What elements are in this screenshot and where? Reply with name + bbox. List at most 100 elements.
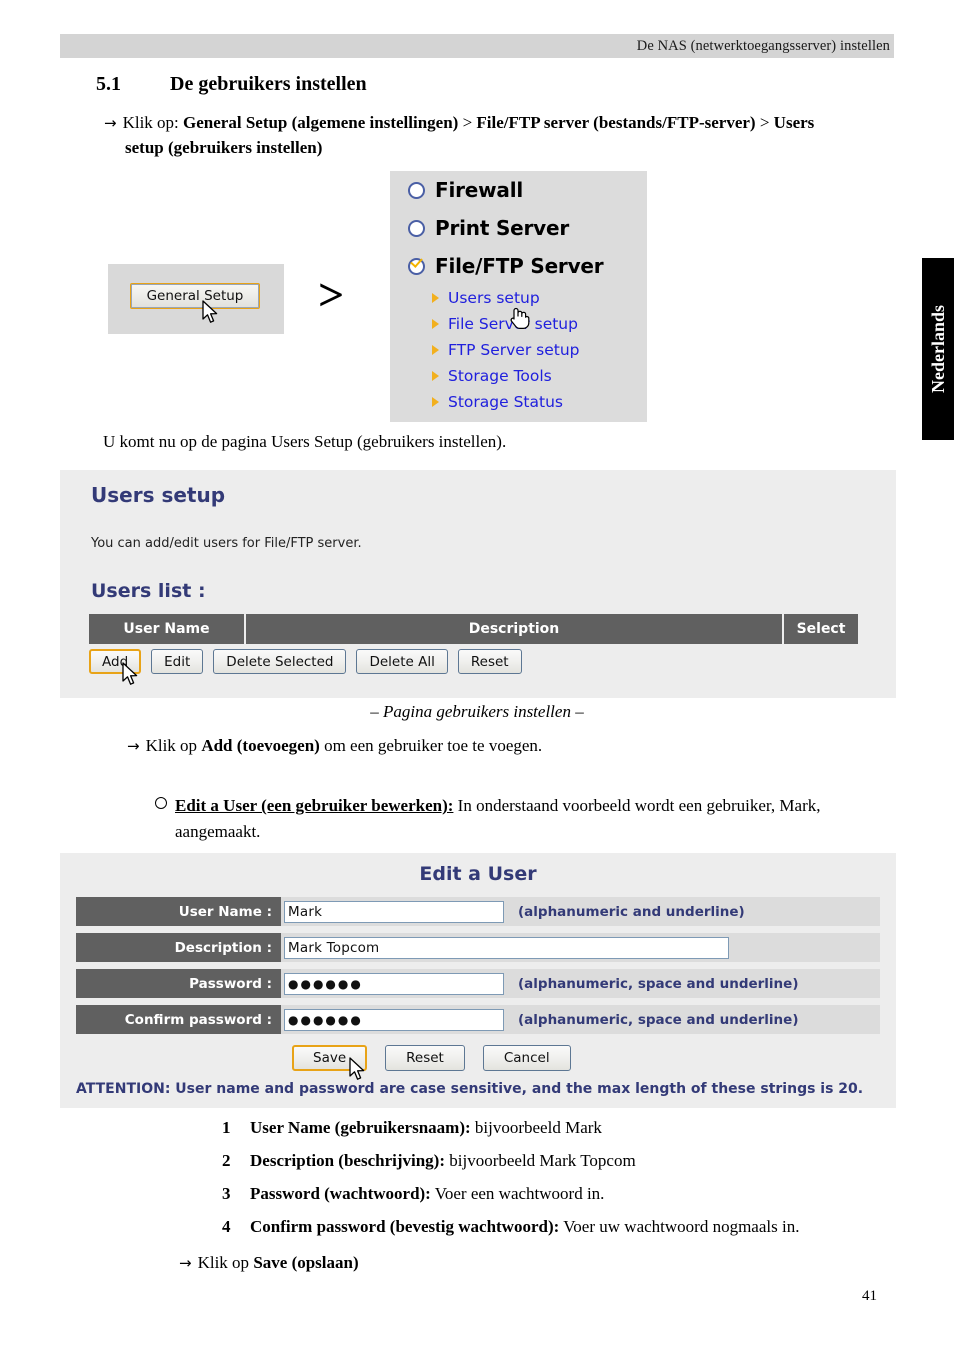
running-header-title: De NAS (netwerktoegangsserver) instellen	[636, 37, 890, 54]
users-setup-button-row: Add Edit Delete Selected Delete All Rese…	[89, 649, 522, 674]
list-item-number: 4	[222, 1217, 231, 1236]
form-label-user-name: User Name :	[76, 897, 281, 926]
list-item: 3 Password (wachtwoord): Voer een wachtw…	[222, 1184, 912, 1204]
instruction-step-general-setup: General Setup (algemene instellingen)	[183, 113, 459, 132]
save-button-label: Save	[313, 1050, 347, 1066]
list-item-text: Confirm password (bevestig wachtwoord): …	[250, 1217, 799, 1237]
delete-selected-button[interactable]: Delete Selected	[213, 649, 347, 674]
instruction-click-save: → Klik op Save (opslaan)	[179, 1253, 359, 1273]
user-name-input[interactable]: Mark	[284, 900, 504, 923]
bullet-edit-a-user: Edit a User (een gebruiker bewerken): In…	[155, 793, 890, 844]
arrow-right-icon: →	[179, 1254, 192, 1272]
running-header-bar: De NAS (netwerktoegangsserver) instellen	[60, 34, 894, 58]
menu-item-print-server-label: Print Server	[435, 216, 570, 240]
list-item-number: 1	[222, 1118, 231, 1137]
menu-item-print-server[interactable]: Print Server	[390, 209, 647, 247]
edit-a-user-title: Edit a User	[419, 863, 537, 885]
submenu-item-storage-status-label: Storage Status	[448, 393, 563, 411]
bullet-edit-a-user-heading: Edit a User (een gebruiker bewerken):	[175, 796, 454, 815]
users-setup-panel-title: Users setup	[91, 483, 226, 507]
edit-button[interactable]: Edit	[151, 649, 204, 674]
cancel-button-label: Cancel	[503, 1050, 550, 1066]
list-item-bold: Confirm password (bevestig wachtwoord):	[250, 1217, 560, 1236]
list-item-number: 2	[222, 1151, 231, 1170]
section-number: 5.1	[96, 73, 121, 95]
form-hint-user-name: (alphanumeric and underline)	[518, 903, 745, 920]
form-label-confirm-password: Confirm password :	[76, 1005, 281, 1034]
list-item-number: 3	[222, 1184, 231, 1203]
instruction-separator-1: >	[458, 113, 477, 132]
list-item-rest: Voer uw wachtwoord nogmaals in.	[559, 1217, 800, 1236]
submenu-item-users-setup-label: Users setup	[448, 289, 540, 307]
instruction-click-add: → Klik op Add (toevoegen) om een gebruike…	[127, 736, 542, 756]
language-side-tab: Nederlands	[922, 258, 954, 440]
delete-all-button[interactable]: Delete All	[356, 649, 448, 674]
path-separator-glyph: >	[318, 269, 345, 320]
language-side-tab-label: Nederlands	[927, 304, 948, 393]
password-input[interactable]: ●●●●●●	[284, 972, 504, 995]
menu-item-file-ftp-server[interactable]: File/FTP Server	[390, 247, 647, 285]
arrow-right-icon: →	[127, 737, 140, 755]
section-heading: 5.1 De gebruikers instellen	[96, 73, 367, 96]
triangle-right-icon	[432, 371, 439, 381]
confirm-password-input[interactable]: ●●●●●●	[284, 1008, 504, 1031]
list-item-bold: Description (beschrijving):	[250, 1151, 446, 1170]
instruction-add-prefix: Klik op	[145, 736, 202, 755]
reset-button[interactable]: Reset	[457, 649, 522, 674]
submenu-item-users-setup[interactable]: Users setup	[390, 285, 647, 311]
radio-button-icon[interactable]	[408, 219, 425, 237]
save-button[interactable]: Save	[292, 1045, 368, 1071]
submenu-item-storage-tools[interactable]: Storage Tools	[390, 363, 647, 389]
general-setup-button[interactable]: General Setup	[130, 283, 260, 309]
column-header-description: Description	[246, 614, 784, 644]
users-setup-panel-description: You can add/edit users for File/FTP serv…	[91, 536, 362, 551]
arrow-right-icon: →	[104, 114, 117, 132]
instruction-prefix: Klik op:	[122, 113, 184, 132]
form-hint-confirm-password: (alphanumeric, space and underline)	[518, 1011, 799, 1028]
users-list-table-header: User Name Description Select	[89, 614, 858, 644]
general-setup-button-label: General Setup	[146, 288, 244, 304]
menu-item-firewall[interactable]: Firewall	[390, 171, 647, 209]
form-row-password: Password : ●●●●●● (alphanumeric, space a…	[76, 969, 880, 998]
instruction-save-prefix: Klik op	[197, 1253, 254, 1272]
users-setup-panel-screenshot: Users setup You can add/edit users for F…	[60, 470, 896, 698]
paragraph-users-setup-page: U komt nu op de pagina Users Setup (gebr…	[103, 432, 507, 451]
menu-item-firewall-label: Firewall	[435, 178, 524, 202]
section-title: De gebruikers instellen	[170, 73, 367, 95]
instruction-save-bold: Save (opslaan)	[253, 1253, 359, 1272]
submenu-item-storage-status[interactable]: Storage Status	[390, 389, 647, 415]
form-row-user-name: User Name : Mark (alphanumeric and under…	[76, 897, 880, 926]
submenu-item-ftp-server-setup-label: FTP Server setup	[448, 341, 580, 359]
cancel-button[interactable]: Cancel	[482, 1045, 571, 1071]
instruction-step-file-ftp-server: File/FTP server (bestands/FTP-server)	[476, 113, 756, 132]
form-hint-password: (alphanumeric, space and underline)	[518, 975, 799, 992]
radio-button-icon[interactable]	[408, 181, 425, 199]
form-row-description: Description : Mark Topcom	[76, 933, 880, 962]
list-item-text: Password (wachtwoord): Voer een wachtwoo…	[250, 1184, 604, 1204]
list-item-rest: bijvoorbeeld Mark Topcom	[445, 1151, 636, 1170]
triangle-right-icon	[432, 397, 439, 407]
users-list-heading: Users list :	[91, 580, 206, 602]
add-button[interactable]: Add	[89, 649, 142, 674]
instruction-navigation-path: → Klik op: General Setup (algemene instel…	[104, 111, 855, 160]
list-item: 1 User Name (gebruikersnaam): bijvoorbee…	[222, 1118, 912, 1138]
form-label-password: Password :	[76, 969, 281, 998]
radio-button-checked-icon[interactable]	[408, 257, 425, 275]
submenu-item-file-server-setup-label: File Server setup	[448, 315, 578, 333]
edit-a-user-button-row: Save Reset Cancel	[292, 1045, 571, 1071]
triangle-right-icon	[432, 345, 439, 355]
field-explanation-list: 1 User Name (gebruikersnaam): bijvoorbee…	[222, 1118, 912, 1250]
column-header-user-name: User Name	[89, 614, 246, 644]
list-item-bold: Password (wachtwoord):	[250, 1184, 431, 1203]
list-item: 2 Description (beschrijving): bijvoorbee…	[222, 1151, 912, 1171]
list-item: 4 Confirm password (bevestig wachtwoord)…	[222, 1217, 912, 1237]
list-item-text: Description (beschrijving): bijvoorbeeld…	[250, 1151, 636, 1171]
list-item-bold: User Name (gebruikersnaam):	[250, 1118, 471, 1137]
submenu-item-file-server-setup[interactable]: File Server setup	[390, 311, 647, 337]
form-label-description: Description :	[76, 933, 281, 962]
circle-bullet-icon	[155, 797, 167, 809]
general-setup-screenshot: General Setup	[108, 264, 284, 334]
submenu-item-ftp-server-setup[interactable]: FTP Server setup	[390, 337, 647, 363]
description-input[interactable]: Mark Topcom	[284, 936, 729, 959]
reset-button[interactable]: Reset	[385, 1045, 465, 1071]
